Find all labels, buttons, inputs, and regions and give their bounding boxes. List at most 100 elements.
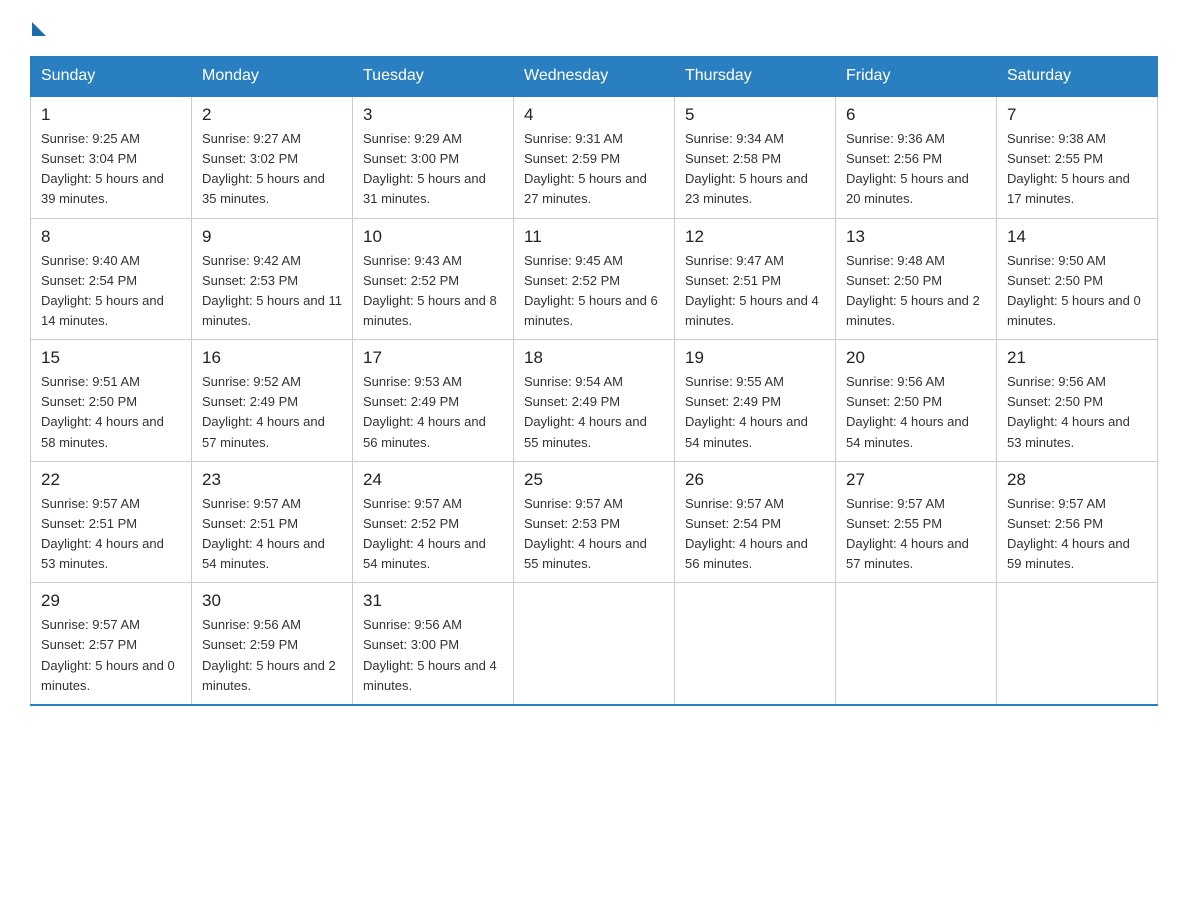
day-info: Sunrise: 9:45 AMSunset: 2:52 PMDaylight:… [524, 251, 664, 332]
day-info: Sunrise: 9:57 AMSunset: 2:54 PMDaylight:… [685, 494, 825, 575]
calendar-week-row: 29Sunrise: 9:57 AMSunset: 2:57 PMDayligh… [31, 583, 1158, 705]
day-info: Sunrise: 9:56 AMSunset: 2:50 PMDaylight:… [846, 372, 986, 453]
calendar-cell: 22Sunrise: 9:57 AMSunset: 2:51 PMDayligh… [31, 461, 192, 583]
day-info: Sunrise: 9:40 AMSunset: 2:54 PMDaylight:… [41, 251, 181, 332]
calendar-cell: 4 Sunrise: 9:31 AMSunset: 2:59 PMDaylight… [514, 96, 675, 218]
calendar-cell: 2 Sunrise: 9:27 AMSunset: 3:02 PMDaylight… [192, 96, 353, 218]
day-info: Sunrise: 9:31 AMSunset: 2:59 PMDaylight:… [524, 129, 664, 210]
day-number: 11 [524, 227, 664, 247]
calendar-cell: 20 Sunrise: 9:56 AMSunset: 2:50 PMDayligh… [836, 340, 997, 462]
day-info: Sunrise: 9:25 AMSunset: 3:04 PMDaylight:… [41, 129, 181, 210]
day-number: 8 [41, 227, 181, 247]
day-number: 25 [524, 470, 664, 490]
weekday-header-friday: Friday [836, 57, 997, 97]
calendar-cell: 12Sunrise: 9:47 AMSunset: 2:51 PMDayligh… [675, 218, 836, 340]
day-number: 2 [202, 105, 342, 125]
day-number: 16 [202, 348, 342, 368]
day-number: 15 [41, 348, 181, 368]
logo-arrow-icon [32, 22, 46, 36]
calendar-cell: 15 Sunrise: 9:51 AMSunset: 2:50 PMDayligh… [31, 340, 192, 462]
calendar-cell: 1 Sunrise: 9:25 AMSunset: 3:04 PMDaylight… [31, 96, 192, 218]
day-info: Sunrise: 9:57 AMSunset: 2:57 PMDaylight:… [41, 615, 181, 696]
day-info: Sunrise: 9:54 AMSunset: 2:49 PMDaylight:… [524, 372, 664, 453]
calendar-cell: 6Sunrise: 9:36 AMSunset: 2:56 PMDaylight… [836, 96, 997, 218]
calendar-cell: 19 Sunrise: 9:55 AMSunset: 2:49 PMDayligh… [675, 340, 836, 462]
day-info: Sunrise: 9:47 AMSunset: 2:51 PMDaylight:… [685, 251, 825, 332]
day-number: 3 [363, 105, 503, 125]
calendar-cell: 18 Sunrise: 9:54 AMSunset: 2:49 PMDayligh… [514, 340, 675, 462]
day-info: Sunrise: 9:55 AMSunset: 2:49 PMDaylight:… [685, 372, 825, 453]
day-info: Sunrise: 9:56 AMSunset: 3:00 PMDaylight:… [363, 615, 503, 696]
weekday-header-saturday: Saturday [997, 57, 1158, 97]
day-info: Sunrise: 9:36 AMSunset: 2:56 PMDaylight:… [846, 129, 986, 210]
weekday-header-sunday: Sunday [31, 57, 192, 97]
calendar-week-row: 1 Sunrise: 9:25 AMSunset: 3:04 PMDaylight… [31, 96, 1158, 218]
calendar-cell: 29Sunrise: 9:57 AMSunset: 2:57 PMDayligh… [31, 583, 192, 705]
day-info: Sunrise: 9:34 AMSunset: 2:58 PMDaylight:… [685, 129, 825, 210]
calendar-cell: 31Sunrise: 9:56 AMSunset: 3:00 PMDayligh… [353, 583, 514, 705]
calendar-cell: 27Sunrise: 9:57 AMSunset: 2:55 PMDayligh… [836, 461, 997, 583]
calendar-cell: 23 Sunrise: 9:57 AMSunset: 2:51 PMDayligh… [192, 461, 353, 583]
day-info: Sunrise: 9:38 AMSunset: 2:55 PMDaylight:… [1007, 129, 1147, 210]
calendar-cell: 5Sunrise: 9:34 AMSunset: 2:58 PMDaylight… [675, 96, 836, 218]
day-info: Sunrise: 9:29 AMSunset: 3:00 PMDaylight:… [363, 129, 503, 210]
calendar-cell [836, 583, 997, 705]
calendar-cell [997, 583, 1158, 705]
day-number: 10 [363, 227, 503, 247]
calendar-cell: 7 Sunrise: 9:38 AMSunset: 2:55 PMDaylight… [997, 96, 1158, 218]
day-number: 9 [202, 227, 342, 247]
weekday-header-wednesday: Wednesday [514, 57, 675, 97]
weekday-header-thursday: Thursday [675, 57, 836, 97]
day-info: Sunrise: 9:43 AMSunset: 2:52 PMDaylight:… [363, 251, 503, 332]
day-number: 13 [846, 227, 986, 247]
day-number: 19 [685, 348, 825, 368]
day-info: Sunrise: 9:48 AMSunset: 2:50 PMDaylight:… [846, 251, 986, 332]
weekday-header-row: SundayMondayTuesdayWednesdayThursdayFrid… [31, 57, 1158, 97]
calendar-cell: 13 Sunrise: 9:48 AMSunset: 2:50 PMDayligh… [836, 218, 997, 340]
day-info: Sunrise: 9:57 AMSunset: 2:52 PMDaylight:… [363, 494, 503, 575]
day-info: Sunrise: 9:57 AMSunset: 2:51 PMDaylight:… [41, 494, 181, 575]
day-info: Sunrise: 9:57 AMSunset: 2:51 PMDaylight:… [202, 494, 342, 575]
calendar-cell: 28 Sunrise: 9:57 AMSunset: 2:56 PMDayligh… [997, 461, 1158, 583]
page-header [30, 20, 1158, 36]
day-number: 18 [524, 348, 664, 368]
day-number: 23 [202, 470, 342, 490]
day-number: 28 [1007, 470, 1147, 490]
day-number: 27 [846, 470, 986, 490]
calendar-cell: 16Sunrise: 9:52 AMSunset: 2:49 PMDayligh… [192, 340, 353, 462]
day-number: 14 [1007, 227, 1147, 247]
day-info: Sunrise: 9:56 AMSunset: 2:50 PMDaylight:… [1007, 372, 1147, 453]
day-number: 24 [363, 470, 503, 490]
day-number: 26 [685, 470, 825, 490]
day-info: Sunrise: 9:56 AMSunset: 2:59 PMDaylight:… [202, 615, 342, 696]
calendar-cell: 24 Sunrise: 9:57 AMSunset: 2:52 PMDayligh… [353, 461, 514, 583]
logo [30, 20, 46, 36]
calendar-cell: 21 Sunrise: 9:56 AMSunset: 2:50 PMDayligh… [997, 340, 1158, 462]
day-number: 30 [202, 591, 342, 611]
weekday-header-monday: Monday [192, 57, 353, 97]
day-number: 21 [1007, 348, 1147, 368]
calendar-cell: 10 Sunrise: 9:43 AMSunset: 2:52 PMDayligh… [353, 218, 514, 340]
calendar-cell: 30 Sunrise: 9:56 AMSunset: 2:59 PMDayligh… [192, 583, 353, 705]
calendar-cell: 11 Sunrise: 9:45 AMSunset: 2:52 PMDayligh… [514, 218, 675, 340]
day-number: 4 [524, 105, 664, 125]
day-info: Sunrise: 9:57 AMSunset: 2:56 PMDaylight:… [1007, 494, 1147, 575]
calendar-cell [675, 583, 836, 705]
day-info: Sunrise: 9:42 AMSunset: 2:53 PMDaylight:… [202, 251, 342, 332]
calendar-table: SundayMondayTuesdayWednesdayThursdayFrid… [30, 56, 1158, 706]
calendar-cell: 26 Sunrise: 9:57 AMSunset: 2:54 PMDayligh… [675, 461, 836, 583]
calendar-cell: 14 Sunrise: 9:50 AMSunset: 2:50 PMDayligh… [997, 218, 1158, 340]
day-info: Sunrise: 9:27 AMSunset: 3:02 PMDaylight:… [202, 129, 342, 210]
day-number: 20 [846, 348, 986, 368]
calendar-week-row: 8 Sunrise: 9:40 AMSunset: 2:54 PMDaylight… [31, 218, 1158, 340]
day-info: Sunrise: 9:53 AMSunset: 2:49 PMDaylight:… [363, 372, 503, 453]
calendar-cell: 25Sunrise: 9:57 AMSunset: 2:53 PMDayligh… [514, 461, 675, 583]
calendar-cell: 9 Sunrise: 9:42 AMSunset: 2:53 PMDaylight… [192, 218, 353, 340]
calendar-week-row: 15 Sunrise: 9:51 AMSunset: 2:50 PMDayligh… [31, 340, 1158, 462]
day-number: 1 [41, 105, 181, 125]
calendar-cell [514, 583, 675, 705]
day-info: Sunrise: 9:50 AMSunset: 2:50 PMDaylight:… [1007, 251, 1147, 332]
day-number: 7 [1007, 105, 1147, 125]
day-info: Sunrise: 9:51 AMSunset: 2:50 PMDaylight:… [41, 372, 181, 453]
day-number: 17 [363, 348, 503, 368]
